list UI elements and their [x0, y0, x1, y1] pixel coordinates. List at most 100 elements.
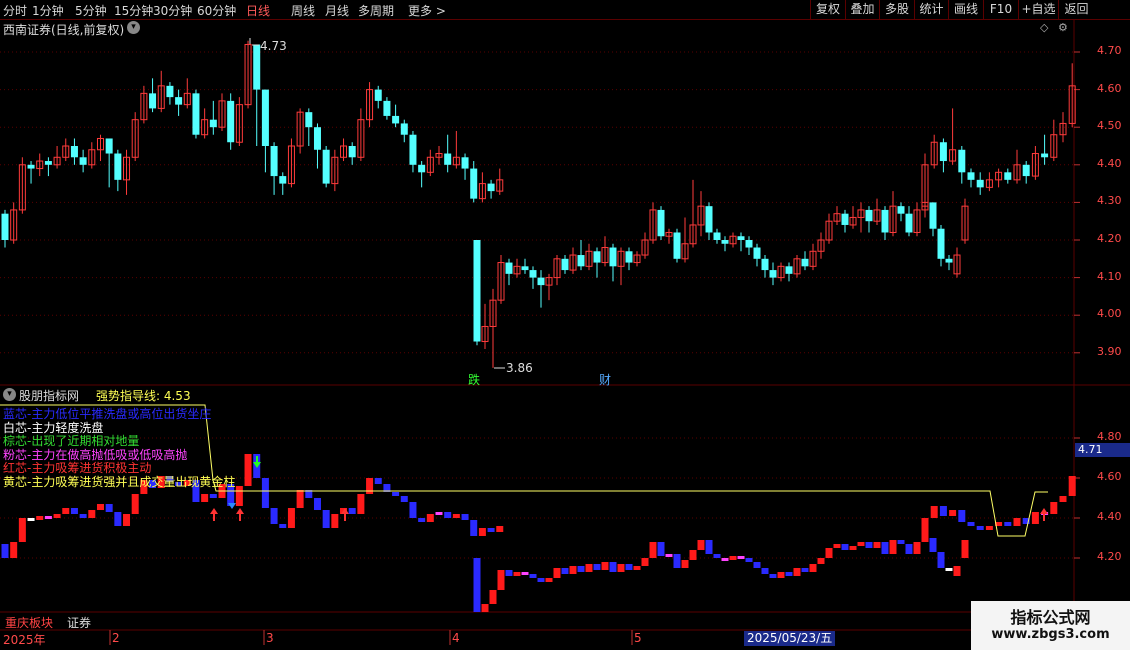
indicator-bar — [777, 572, 785, 578]
indicator-bar — [913, 542, 921, 554]
indicator-bar — [366, 478, 374, 494]
indicator-bar — [601, 562, 609, 570]
strong-guide-line — [0, 404, 1048, 537]
candle-body — [470, 168, 478, 199]
candle-body — [881, 209, 889, 233]
indicator-bar — [976, 526, 984, 530]
candle-body — [227, 100, 235, 143]
month-label: 5 — [634, 631, 642, 645]
candle-body — [348, 146, 356, 158]
candle-body — [929, 202, 937, 229]
indicator-bar — [825, 548, 833, 558]
indicator-bar — [461, 514, 469, 520]
indicator-bar — [1013, 518, 1021, 526]
indicator-bar — [841, 544, 849, 550]
indicator-bar — [296, 490, 304, 508]
indicator-chevron-icon[interactable]: ▾ — [3, 388, 16, 401]
indicator-bar — [937, 552, 945, 568]
indicator-bar — [577, 566, 585, 572]
diamond-icon[interactable]: ◇ — [1040, 21, 1048, 34]
indicator-current-value: 4.71 — [1075, 443, 1130, 457]
candle-body — [673, 232, 681, 259]
candle-body — [461, 157, 469, 169]
event-finance-badge[interactable]: 财 — [599, 371, 611, 388]
indicator-bar — [505, 570, 513, 576]
indicator-bar — [496, 526, 504, 532]
indicator-bar — [897, 540, 905, 544]
candle-body — [70, 146, 78, 158]
candle-body — [705, 206, 713, 233]
indicator-bar — [279, 524, 287, 528]
indicator-name[interactable]: 股朋指标网 — [19, 387, 79, 404]
indicator-bar — [865, 542, 873, 548]
candle-body — [114, 153, 122, 180]
indicator-bar — [418, 518, 426, 522]
indicator-bar — [729, 556, 737, 560]
indicator-bar — [513, 572, 521, 576]
indicator-bar — [689, 550, 697, 560]
chevron-down-icon[interactable]: ▾ — [127, 21, 140, 34]
candle-body — [418, 164, 426, 173]
candle-body — [392, 115, 400, 124]
indicator-bar — [857, 542, 865, 546]
candle-body — [105, 138, 113, 154]
candle-body — [865, 209, 873, 222]
indicator-tick-label: 4.60 — [1097, 470, 1122, 483]
price-tick-label: 4.60 — [1097, 81, 1122, 95]
candle-body — [1, 213, 9, 240]
indicator-bar — [697, 540, 705, 550]
indicator-bar — [1059, 496, 1067, 502]
tab-securities[interactable]: 证券 — [67, 614, 91, 631]
indicator-bar — [737, 556, 745, 559]
candle-body — [785, 266, 793, 274]
candle-body — [625, 251, 633, 263]
indicator-bar — [537, 578, 545, 582]
indicator-bar — [930, 506, 938, 518]
candle-body — [192, 93, 200, 135]
candle-body — [721, 240, 729, 244]
watermark-title: 指标公式网 — [1010, 608, 1091, 627]
indicator-bar — [569, 566, 577, 574]
indicator-bar — [681, 560, 689, 568]
indicator-bar — [409, 502, 417, 518]
candle-body — [939, 142, 947, 162]
candle-body — [305, 112, 313, 128]
indicator-bar — [593, 564, 601, 570]
indicator-bar — [244, 454, 252, 486]
candle-body — [322, 149, 330, 184]
candle-body — [713, 232, 721, 240]
indicator-bar — [123, 514, 131, 526]
indicator-bar — [201, 494, 209, 502]
indicator-bar — [10, 542, 18, 558]
indicator-bar — [617, 564, 625, 572]
indicator-bar — [873, 542, 881, 548]
tab-chongqing-sector[interactable]: 重庆板块 — [5, 614, 53, 631]
candle-body — [529, 270, 537, 278]
indicator-bar — [287, 508, 295, 528]
candle-body — [905, 213, 913, 233]
indicator-bar — [452, 514, 460, 518]
indicator-bar — [348, 508, 356, 514]
indicator-bar — [967, 522, 975, 526]
indicator-bar — [62, 508, 70, 514]
event-down-badge[interactable]: 跌 — [468, 371, 480, 388]
indicator-bar — [641, 558, 649, 566]
indicator-bar — [53, 514, 61, 518]
indicator-bar — [801, 568, 809, 572]
indicator-bar — [313, 498, 321, 510]
candle-body — [79, 157, 87, 165]
indicator-bar — [809, 564, 817, 572]
candle-body — [149, 93, 157, 109]
candle-body — [487, 183, 495, 192]
legend-item: 黄芯-主力吸筹进货强并且成交量出现黄金柱 — [3, 474, 236, 489]
indicator-bar — [331, 514, 339, 528]
indicator-bar — [1050, 502, 1058, 514]
month-label: 4 — [452, 631, 460, 645]
indicator-bar — [793, 568, 801, 576]
indicator-bar — [1, 544, 9, 558]
indicator-bar — [665, 554, 673, 557]
candle-body — [769, 270, 777, 278]
indicator-bar — [673, 554, 681, 568]
indicator-bar — [657, 542, 665, 556]
gear-icon[interactable]: ⚙ — [1058, 21, 1068, 34]
